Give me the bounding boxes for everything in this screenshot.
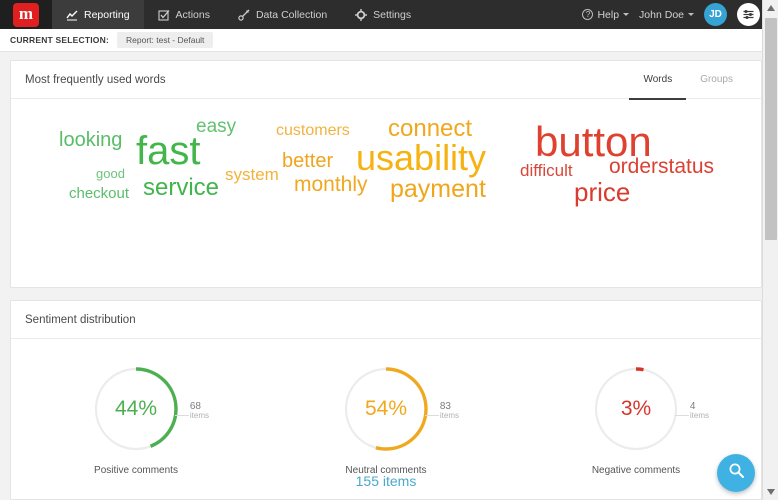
page-title: Most frequently used words [25,73,166,86]
current-selection-bar: CURRENT SELECTION: Report: test - Defaul… [0,29,770,52]
sentiment-donut-negative: 3% 4 items Negative comments [511,361,761,476]
sentiment-header: Sentiment distribution [11,301,761,339]
nav-right-group: ? Help John Doe JD [582,0,770,29]
chevron-down-icon [688,13,694,16]
current-selection-label: CURRENT SELECTION: [10,35,109,45]
logo-letter: m [13,2,39,27]
avatar[interactable]: JD [704,3,727,26]
donut-items-note: 4 items [690,401,709,421]
sentiment-donut-positive: 44% 68 items Positive comments [11,361,261,476]
nav-item-label: Reporting [84,8,130,21]
word-cloud-word[interactable]: system [225,166,279,183]
checkbox-icon [157,9,170,21]
donut-items-label: items [439,411,459,420]
word-cloud: looking fast easy good checkout service system… [11,99,761,287]
word-cloud-word[interactable]: price [574,179,630,205]
donut-wrapper: 3% 4 items [561,361,711,457]
gear-icon [355,8,368,21]
word-cloud-word[interactable]: customers [276,123,350,139]
word-cloud-word[interactable]: good [96,167,125,180]
donut-items-label: items [189,411,209,420]
word-cloud-header: Most frequently used words Words Groups [11,61,761,100]
word-cloud-word[interactable]: checkout [69,186,129,201]
scrollbar-thumb[interactable] [765,18,777,240]
avatar-initials: JD [709,9,722,20]
word-cloud-word[interactable]: service [143,176,219,200]
search-icon [728,462,745,484]
chart-line-icon [66,9,78,21]
app-logo[interactable]: m [0,0,52,29]
sentiment-title: Sentiment distribution [25,313,136,326]
nav-item-label: Actions [175,8,210,21]
word-cloud-word[interactable]: usability [356,140,486,176]
word-cloud-word[interactable]: difficult [520,162,573,179]
word-cloud-word[interactable]: better [282,151,333,171]
donut-percent: 54% [364,397,408,420]
word-cloud-word[interactable]: looking [59,130,122,150]
donut-items-note: 68 items [190,401,209,421]
donut-category-label: Positive comments [94,465,178,476]
word-cloud-tabs: Words Groups [629,61,747,100]
donut-leader-line [175,415,189,416]
nav-item-reporting[interactable]: Reporting [52,0,144,29]
donut-items-label: items [689,411,709,420]
donut-leader-line [675,415,689,416]
user-menu[interactable]: John Doe [639,9,694,21]
question-mark-icon: ? [582,9,594,20]
donut-wrapper: 44% 68 items [61,361,211,457]
nav-item-label: Settings [373,8,412,21]
help-label: Help [597,8,620,21]
donut-percent: 3% [620,397,652,420]
chevron-down-icon [623,13,630,16]
search-fab-button[interactable] [717,454,755,492]
scroll-up-arrow-icon[interactable] [763,0,778,16]
donut-items-note: 83 items [440,401,459,421]
help-menu[interactable]: ? Help [582,8,630,21]
wrench-icon [238,9,250,21]
sentiment-donut-neutral: 54% 83 items Neutral comments [261,361,511,476]
tab-words[interactable]: Words [629,61,687,100]
app-root: m Reporting Actions Data Collection Sett… [0,0,778,500]
nav-item-actions[interactable]: Actions [144,0,224,29]
tab-groups[interactable]: Groups [686,61,747,100]
word-cloud-word[interactable]: orderstatus [609,156,714,177]
nav-items: Reporting Actions Data Collection Settin… [52,0,425,29]
nav-item-label: Data Collection [255,8,328,21]
word-cloud-word[interactable]: payment [390,177,486,202]
donut-leader-line [425,415,439,416]
donut-percent: 44% [114,397,158,420]
sentiment-distribution-card: Sentiment distribution 44% 68 items Positiv… [10,300,762,500]
sliders-icon[interactable] [737,3,760,26]
scroll-down-arrow-icon[interactable] [763,484,778,500]
nav-item-data-collection[interactable]: Data Collection [224,0,341,29]
nav-item-settings[interactable]: Settings [341,0,425,29]
current-selection-chip[interactable]: Report: test - Default [117,32,214,48]
word-cloud-word[interactable]: easy [196,117,236,136]
word-cloud-card: Most frequently used words Words Groups … [10,60,762,288]
vertical-scrollbar[interactable] [762,0,778,500]
top-navigation-bar: m Reporting Actions Data Collection Sett… [0,0,770,29]
word-cloud-word[interactable]: fast [136,131,200,171]
donut-category-label: Negative comments [591,465,681,476]
sentiment-donuts: 44% 68 items Positive comments 54% 83 items Neu… [11,339,761,476]
donut-wrapper: 54% 83 items [311,361,461,457]
user-name-label: John Doe [639,8,684,21]
